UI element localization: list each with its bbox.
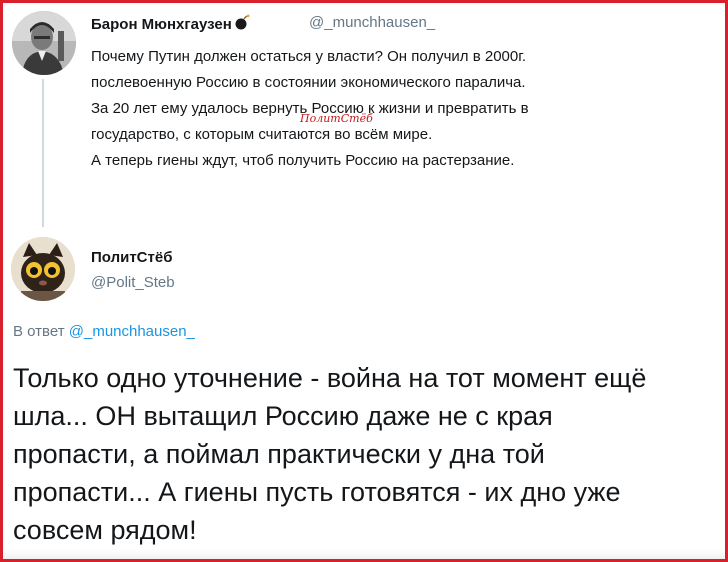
parent-tweet-line: Почему Путин должен остаться у власти? О… [91,48,527,65]
reply-tweet-text: Только одно уточнение - война на тот мом… [13,359,719,549]
parent-tweet-line: За 20 лет ему удалось вернуть Россию к ж… [91,100,529,117]
avatar-munchhausen[interactable] [12,11,76,75]
reply-tweet-line: пропасти, а поймал практически у дна той [13,439,545,469]
reply-to-handle-link[interactable]: @_munchhausen_ [69,323,195,340]
reply-prefix: В ответ [13,323,65,340]
parent-tweet-line: государство, с которым считаются во всём… [91,126,433,143]
parent-tweet-line: А теперь гиены ждут, чтоб получить Росси… [91,152,515,169]
reply-tweet-line: пропасти... А гиены пусть готовятся - их… [13,477,621,507]
bottom-shadow [3,549,725,559]
reply-context: В ответ @_munchhausen_ [13,323,195,340]
parent-author-handle[interactable]: @_munchhausen_ [309,14,435,31]
reply-tweet-line: Только одно уточнение - война на тот мом… [13,363,647,393]
reply-tweet-line: совсем рядом! [13,515,197,545]
bomb-icon [234,14,250,34]
reply-author-handle[interactable]: @Polit_Steb [91,274,175,291]
reply-author-name[interactable]: ПолитСтёб [91,249,172,266]
avatar-politsteb[interactable] [11,237,75,301]
parent-tweet-line: послевоенную Россию в состоянии экономич… [91,74,526,91]
screenshot-frame: Барон Мюнхгаузен @_munchhausen_ Почему П… [0,0,728,562]
parent-author-name[interactable]: Барон Мюнхгаузен [91,14,250,34]
watermark: ПолитСтёб [300,112,373,125]
reply-tweet-line: шла... ОН вытащил Россию даже не с края [13,401,553,431]
parent-tweet-text: Почему Путин должен остаться у власти? О… [91,44,691,174]
thread-connector-line [42,79,44,227]
parent-author-name-text: Барон Мюнхгаузен [91,16,232,33]
